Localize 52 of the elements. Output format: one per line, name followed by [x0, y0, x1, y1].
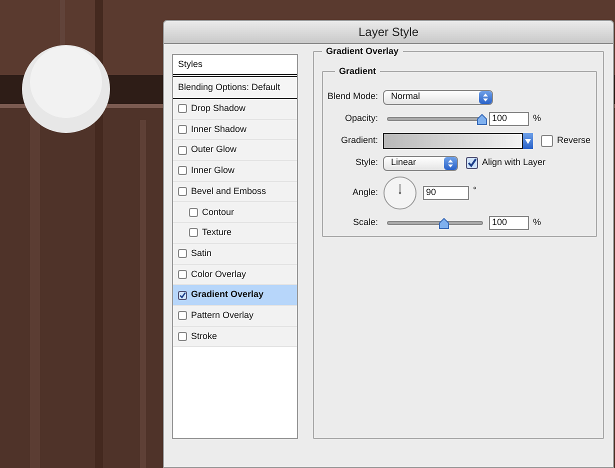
style-list-item[interactable]: Pattern Overlay — [173, 306, 297, 327]
field-label: Style: — [354, 156, 379, 170]
style-list-item[interactable]: Stroke — [173, 326, 297, 348]
number-field[interactable]: 90 — [423, 186, 469, 200]
checkbox[interactable] — [178, 104, 187, 114]
field-label: Gradient: — [340, 134, 379, 148]
field-label: Blend Mode: — [326, 90, 379, 104]
checkbox[interactable] — [178, 146, 187, 155]
checkbox[interactable] — [541, 135, 553, 147]
style-list-item[interactable]: Gradient Overlay — [173, 285, 297, 306]
checkbox[interactable] — [466, 157, 478, 169]
slider-thumb[interactable] — [477, 113, 487, 124]
number-field[interactable]: 100 — [489, 112, 529, 126]
field-label: Angle: — [351, 186, 379, 200]
unit-label: % — [533, 216, 542, 230]
style-list-item[interactable]: Satin — [173, 244, 297, 264]
group-title: Gradient Overlay — [322, 45, 403, 58]
checkbox-label: Reverse — [557, 134, 591, 148]
style-list-item[interactable]: Bevel and Emboss — [173, 182, 297, 202]
dropdown[interactable]: Normal — [383, 90, 493, 104]
checkbox-label: Align with Layer — [482, 156, 546, 170]
checkbox[interactable] — [178, 290, 187, 300]
style-list-item[interactable]: Contour — [173, 202, 297, 224]
field-label: Opacity: — [344, 112, 379, 126]
style-list-item[interactable]: Outer Glow — [173, 140, 297, 162]
unit-label: ° — [473, 184, 477, 197]
style-list-item[interactable]: Inner Glow — [173, 161, 297, 182]
window-title: Layer Style — [358, 24, 419, 41]
style-list-item[interactable]: Inner Shadow — [173, 120, 297, 140]
checkbox[interactable] — [178, 187, 187, 196]
style-list-item[interactable]: Blending Options: Default — [173, 77, 297, 99]
number-field[interactable]: 100 — [489, 216, 529, 230]
checkbox[interactable] — [178, 166, 187, 176]
stepper-icon — [444, 156, 457, 170]
checkbox[interactable] — [189, 208, 198, 217]
style-list-item[interactable]: Color Overlay — [173, 264, 297, 286]
checkbox[interactable] — [178, 125, 187, 134]
checkbox[interactable] — [189, 228, 198, 238]
gradient-swatch[interactable] — [383, 133, 523, 149]
style-list-item[interactable]: Drop Shadow — [173, 99, 297, 120]
unit-label: % — [533, 112, 542, 126]
list-header: Styles — [178, 58, 203, 71]
field-label: Scale: — [352, 216, 379, 230]
checkbox[interactable] — [178, 249, 187, 258]
slider-thumb[interactable] — [439, 217, 450, 228]
checkbox[interactable] — [178, 332, 187, 341]
style-list-item[interactable]: Texture — [173, 223, 297, 244]
checkbox[interactable] — [178, 311, 187, 320]
checkbox[interactable] — [178, 270, 187, 279]
dropdown[interactable]: Linear — [383, 156, 458, 170]
angle-dial[interactable] — [383, 176, 417, 210]
stepper-icon — [479, 90, 492, 104]
